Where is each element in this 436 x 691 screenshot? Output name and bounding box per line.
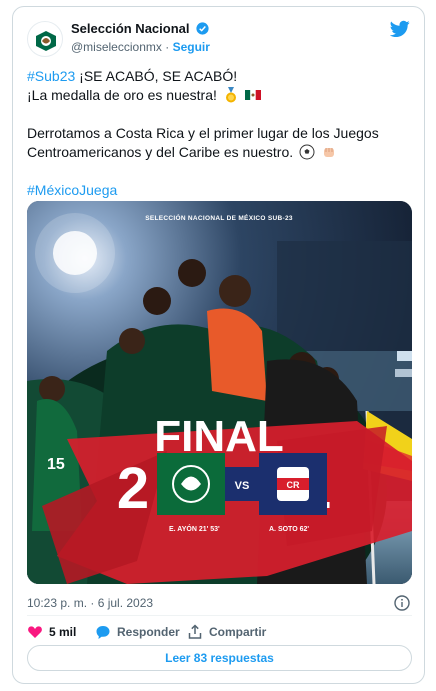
- mexico-flag-icon: [244, 90, 261, 100]
- player-number: 15: [47, 456, 65, 473]
- reply-label: Responder: [117, 625, 180, 639]
- soccer-ball-icon: [299, 144, 315, 160]
- share-label: Compartir: [209, 625, 267, 639]
- hashtag-mexicojuega[interactable]: #MéxicoJuega: [27, 182, 117, 198]
- heart-icon: [28, 626, 42, 638]
- vs-label: VS: [235, 480, 250, 492]
- fist-bump-icon: [323, 148, 334, 157]
- tweet-card: Selección Nacional @miseleccionmx · Segu…: [12, 6, 425, 684]
- tweet-line-4-text: Centroamericanos y del Caribe es nuestro…: [27, 144, 294, 160]
- tweet-line-2-text: ¡La medalla de oro es nuestra!: [27, 87, 217, 103]
- share-icon: [188, 624, 202, 639]
- tweet-timestamp[interactable]: 10:23 p. m. · 6 jul. 2023: [27, 596, 153, 610]
- tweet-line-2: ¡La medalla de oro es nuestra!: [27, 86, 261, 105]
- account-name-text: Selección Nacional: [71, 21, 190, 36]
- like-action[interactable]: 5 mil: [27, 624, 76, 640]
- read-replies-button[interactable]: Leer 83 respuestas: [27, 645, 412, 671]
- tweet-line-1: #Sub23 ¡SE ACABÓ, SE ACABÓ!: [27, 67, 237, 86]
- separator-dot: ·: [165, 40, 170, 54]
- away-scorer: A. SOTO 62': [269, 526, 309, 533]
- handle-row: @miseleccionmx · Seguir: [71, 40, 210, 54]
- follow-button[interactable]: Seguir: [173, 40, 210, 54]
- reply-bubble-icon: [96, 626, 110, 639]
- home-score: 2: [117, 456, 149, 521]
- avatar[interactable]: [27, 21, 63, 57]
- graphic-header: SELECCIÓN NACIONAL DE MÉXICO SUB-23: [145, 213, 293, 222]
- match-result-graphic: 15 SELECCIÓN NACIONAL DE MÉXICO SUB-23 F…: [27, 201, 412, 584]
- account-handle[interactable]: @miseleccionmx: [71, 40, 162, 54]
- gold-medal-icon: [225, 87, 236, 103]
- tweet-line-3-text: Derrotamos a Costa Rica y el primer luga…: [27, 125, 379, 141]
- tweet-media[interactable]: 15 SELECCIÓN NACIONAL DE MÉXICO SUB-23 F…: [27, 201, 412, 584]
- info-icon[interactable]: [394, 595, 410, 611]
- costa-rica-crest-text: CR: [287, 480, 300, 490]
- reply-action[interactable]: Responder: [95, 624, 180, 640]
- twitter-bird-icon[interactable]: [390, 20, 410, 38]
- tweet-line-1-text: ¡SE ACABÓ, SE ACABÓ!: [75, 68, 238, 84]
- tweet-line-5: #MéxicoJuega: [27, 181, 117, 200]
- tweet-line-3: Derrotamos a Costa Rica y el primer luga…: [27, 124, 379, 143]
- share-action[interactable]: Compartir: [187, 624, 266, 640]
- federation-logo-icon: [32, 30, 60, 52]
- costa-rica-badge: CR: [259, 453, 327, 515]
- hashtag-sub23[interactable]: #Sub23: [27, 68, 75, 84]
- tweet-line-4: Centroamericanos y del Caribe es nuestro…: [27, 143, 337, 162]
- divider: [27, 615, 412, 616]
- mexico-badge: [157, 453, 225, 515]
- home-scorer: E. AYÓN 21' 53': [169, 524, 220, 533]
- account-name[interactable]: Selección Nacional: [71, 21, 209, 36]
- verified-icon: [196, 22, 209, 35]
- like-count: 5 mil: [49, 625, 77, 639]
